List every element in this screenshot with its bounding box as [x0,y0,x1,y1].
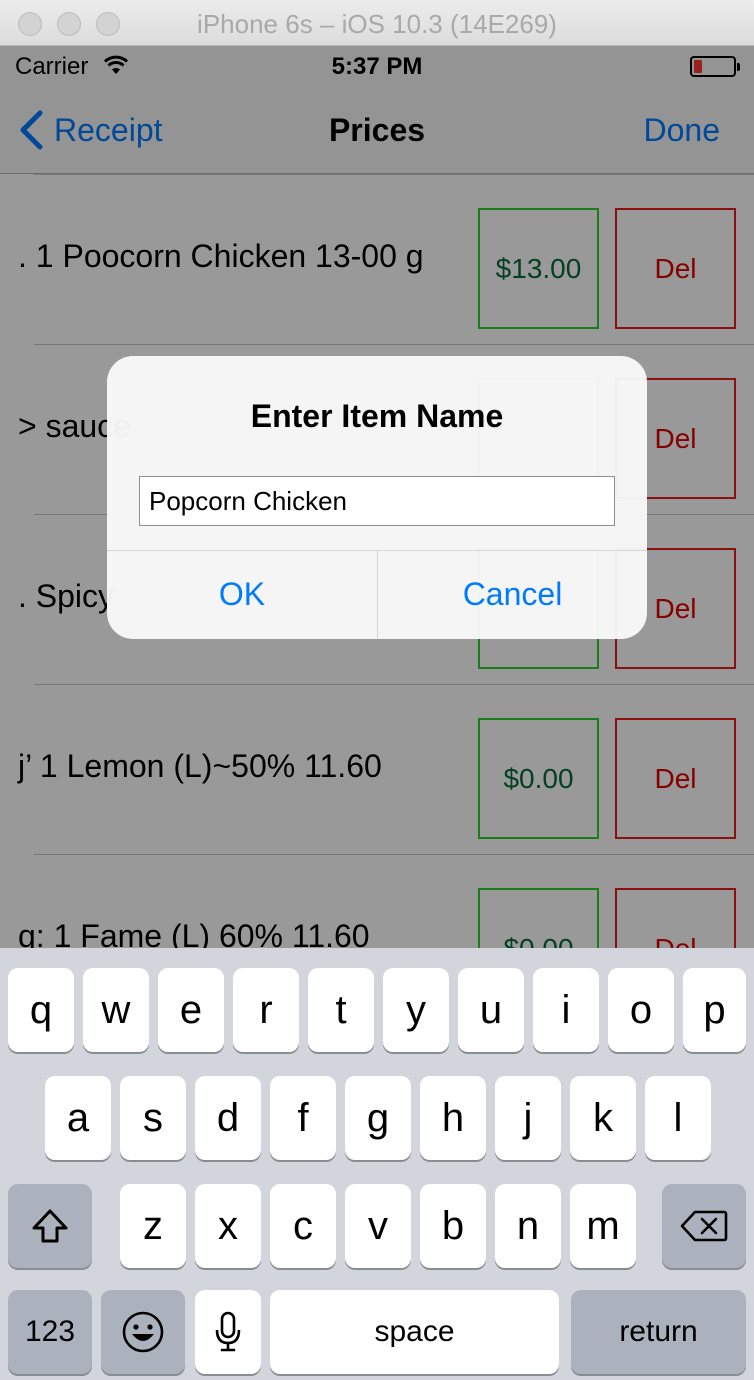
simulator-window: iPhone 6s – iOS 10.3 (14E269) Carrier 5:… [0,0,754,1380]
microphone-icon [215,1311,241,1352]
key-e[interactable]: e [158,968,224,1052]
key-c[interactable]: c [270,1184,336,1268]
key-g[interactable]: g [345,1076,411,1160]
cancel-button[interactable]: Cancel [378,550,647,639]
emoji-key[interactable] [101,1290,185,1374]
backspace-key[interactable] [662,1184,746,1268]
key-h[interactable]: h [420,1076,486,1160]
key-i[interactable]: i [533,968,599,1052]
keyboard: q w e r t y u i o p a s d f g h j k l z [0,948,754,1380]
space-key[interactable]: space [270,1290,559,1374]
key-d[interactable]: d [195,1076,261,1160]
key-u[interactable]: u [458,968,524,1052]
key-w[interactable]: w [83,968,149,1052]
key-a[interactable]: a [45,1076,111,1160]
item-name-input[interactable]: Popcorn Chicken [139,476,615,526]
shift-key[interactable] [8,1184,92,1268]
dictation-key[interactable] [195,1290,261,1374]
key-s[interactable]: s [120,1076,186,1160]
key-x[interactable]: x [195,1184,261,1268]
emoji-icon [122,1311,164,1353]
alert-title: Enter Item Name [250,398,504,434]
numbers-key[interactable]: 123 [8,1290,92,1374]
key-m[interactable]: m [570,1184,636,1268]
key-j[interactable]: j [495,1076,561,1160]
window-title-bar: iPhone 6s – iOS 10.3 (14E269) [0,0,754,46]
key-y[interactable]: y [383,968,449,1052]
window-title: iPhone 6s – iOS 10.3 (14E269) [197,9,557,39]
key-z[interactable]: z [120,1184,186,1268]
return-key[interactable]: return [571,1290,746,1374]
ok-button[interactable]: OK [107,550,377,639]
key-f[interactable]: f [270,1076,336,1160]
key-p[interactable]: p [683,968,746,1052]
key-q[interactable]: q [8,968,74,1052]
backspace-icon [680,1210,728,1242]
key-r[interactable]: r [233,968,299,1052]
key-l[interactable]: l [645,1076,711,1160]
key-n[interactable]: n [495,1184,561,1268]
key-k[interactable]: k [570,1076,636,1160]
key-t[interactable]: t [308,968,374,1052]
key-o[interactable]: o [608,968,674,1052]
phone-screen: Carrier 5:37 PM Receipt Prices Done . 1 … [0,46,754,1380]
shift-icon [32,1209,68,1243]
key-v[interactable]: v [345,1184,411,1268]
enter-item-name-alert: Enter Item Name Popcorn Chicken OK Cance… [107,356,647,639]
key-b[interactable]: b [420,1184,486,1268]
